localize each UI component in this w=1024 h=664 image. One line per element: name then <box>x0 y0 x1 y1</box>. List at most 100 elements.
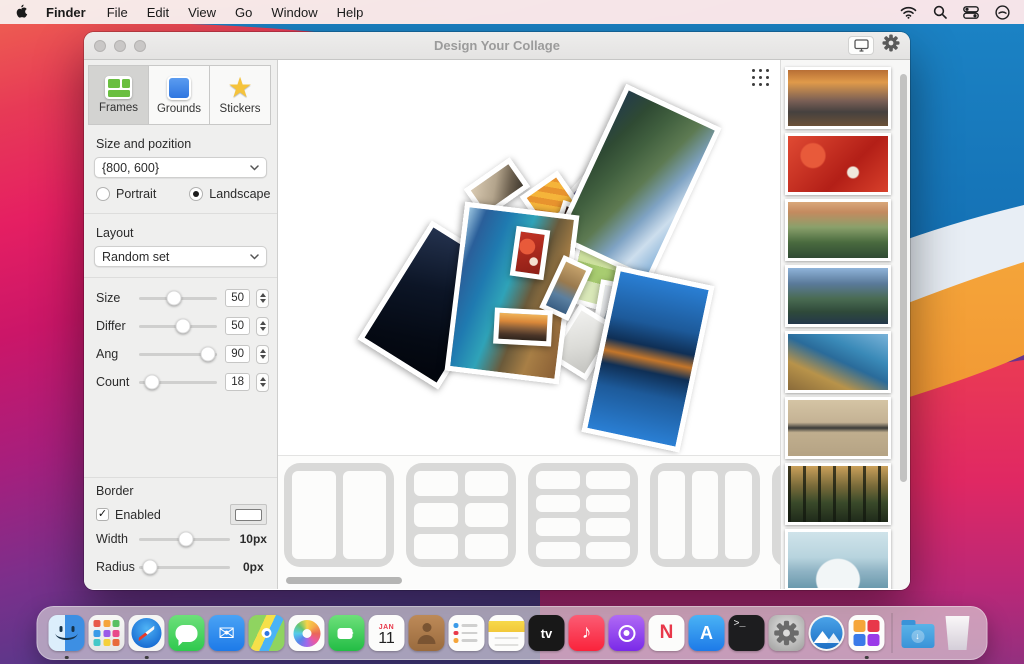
dock-music[interactable]: ♪ <box>567 606 607 660</box>
library-photo-cliff-sunset[interactable] <box>785 199 891 261</box>
canvas-size-value: {800, 600} <box>102 161 250 175</box>
dock-safari[interactable] <box>127 606 167 660</box>
mode-tabs: Frames Grounds ★ Stickers <box>84 60 277 125</box>
count-slider[interactable] <box>139 381 217 384</box>
dock-messages[interactable] <box>167 606 207 660</box>
display-preview-button[interactable] <box>848 36 874 55</box>
user-account-icon[interactable] <box>995 5 1010 20</box>
vertical-scrollbar[interactable] <box>900 74 907 482</box>
collage-canvas[interactable] <box>278 60 780 455</box>
template-3-columns[interactable] <box>650 463 760 567</box>
menu-go[interactable]: Go <box>235 5 252 20</box>
angle-stepper[interactable] <box>256 345 269 364</box>
library-photo-forest-sunlight[interactable] <box>785 463 891 525</box>
collage-photo-sunset-pier[interactable] <box>493 308 553 347</box>
dock-calendar[interactable]: JAN11 <box>367 606 407 660</box>
template-2-columns[interactable] <box>284 463 394 567</box>
template-2x3-grid[interactable] <box>406 463 516 567</box>
dock-launchpad[interactable] <box>87 606 127 660</box>
size-stepper[interactable] <box>256 289 269 308</box>
differ-stepper[interactable] <box>256 317 269 336</box>
collage-photo-strawberries[interactable] <box>510 226 551 280</box>
active-app-menu[interactable]: Finder <box>46 5 86 20</box>
border-radius-slider[interactable] <box>139 566 229 569</box>
star-icon: ★ <box>227 76 252 100</box>
border-color-well[interactable] <box>230 504 267 525</box>
frames-icon <box>105 76 132 99</box>
differ-slider[interactable] <box>139 325 217 328</box>
search-icon[interactable] <box>933 5 947 19</box>
title-bar[interactable]: Design Your Collage <box>84 32 910 60</box>
dock-facetime[interactable] <box>327 606 367 660</box>
dock-terminal[interactable]: >_ <box>727 606 767 660</box>
dock-app-store[interactable]: A <box>687 606 727 660</box>
landscape-radio[interactable]: Landscape <box>189 187 270 201</box>
layout-value: Random set <box>102 250 250 264</box>
settings-gear-button[interactable] <box>882 34 900 57</box>
minimize-button[interactable] <box>114 40 126 52</box>
template-2x3-grid-partial[interactable] <box>772 463 780 567</box>
dock-notes[interactable] <box>487 606 527 660</box>
menu-help[interactable]: Help <box>337 5 364 20</box>
zoom-button[interactable] <box>134 40 146 52</box>
apple-menu-icon[interactable] <box>14 4 28 20</box>
dock-tv[interactable]: tv <box>527 606 567 660</box>
dock-reminders[interactable] <box>447 606 487 660</box>
wifi-icon[interactable] <box>900 6 917 19</box>
angle-slider[interactable] <box>139 353 217 356</box>
border-enabled-label: Enabled <box>115 508 161 522</box>
horizontal-scrollbar[interactable] <box>278 573 780 589</box>
collage-app-window: Design Your Collage <box>84 32 910 590</box>
size-slider[interactable] <box>139 297 217 300</box>
layout-template-strip <box>278 455 780 573</box>
library-photo-sunset-pier[interactable] <box>785 67 891 129</box>
menu-bar: Finder File Edit View Go Window Help <box>0 0 1024 24</box>
menu-file[interactable]: File <box>107 5 128 20</box>
dock-collage-app[interactable] <box>847 606 887 660</box>
differ-slider-label: Differ <box>96 319 137 333</box>
border-enabled-checkbox[interactable]: ✓ <box>96 508 109 521</box>
library-photo-strawberries[interactable] <box>785 133 891 195</box>
drag-handle-icon[interactable] <box>752 69 769 86</box>
dock-news[interactable]: N <box>647 606 687 660</box>
close-button[interactable] <box>94 40 106 52</box>
canvas-size-select[interactable]: {800, 600} <box>94 157 267 178</box>
border-width-label: Width <box>96 532 137 546</box>
dock-trash[interactable] <box>938 606 978 660</box>
border-heading: Border <box>84 478 277 502</box>
dock-downloads-folder[interactable]: ↓ <box>898 606 938 660</box>
differ-value-field[interactable]: 50 <box>225 317 250 335</box>
menu-view[interactable]: View <box>188 5 216 20</box>
library-photo-rifle-on-sand[interactable] <box>785 397 891 459</box>
control-center-icon[interactable] <box>963 6 979 19</box>
library-photo-coastal-pine[interactable] <box>785 331 891 393</box>
dock-contacts[interactable] <box>407 606 447 660</box>
library-photo-fjord-mountains[interactable] <box>785 265 891 327</box>
menu-edit[interactable]: Edit <box>147 5 169 20</box>
dock-mountain-photo-app[interactable] <box>807 606 847 660</box>
count-stepper[interactable] <box>256 373 269 392</box>
library-photo-futuristic-architecture[interactable] <box>785 529 891 589</box>
menu-window[interactable]: Window <box>271 5 317 20</box>
horizontal-scrollbar-thumb[interactable] <box>286 577 402 584</box>
controls-panel: Frames Grounds ★ Stickers Size and pozit… <box>84 60 278 589</box>
count-value-field[interactable]: 18 <box>225 373 250 391</box>
tab-frames[interactable]: Frames <box>88 65 149 125</box>
layout-select[interactable]: Random set <box>94 246 267 267</box>
template-2x4-grid[interactable] <box>528 463 638 567</box>
border-width-slider[interactable] <box>139 538 229 541</box>
dock-finder[interactable] <box>47 606 87 660</box>
dock-system-preferences[interactable] <box>767 606 807 660</box>
tab-stickers[interactable]: ★ Stickers <box>210 65 271 125</box>
tab-grounds[interactable]: Grounds <box>149 65 210 125</box>
dock-mail[interactable]: ✉ <box>207 606 247 660</box>
dock-podcasts[interactable] <box>607 606 647 660</box>
portrait-radio[interactable]: Portrait <box>96 187 156 201</box>
dock-maps[interactable] <box>247 606 287 660</box>
angle-value-field[interactable]: 90 <box>225 345 250 363</box>
dock-photos[interactable] <box>287 606 327 660</box>
layout-heading: Layout <box>84 214 277 244</box>
display-icon <box>854 39 869 52</box>
size-position-heading: Size and pozition <box>84 125 277 155</box>
size-value-field[interactable]: 50 <box>225 289 250 307</box>
